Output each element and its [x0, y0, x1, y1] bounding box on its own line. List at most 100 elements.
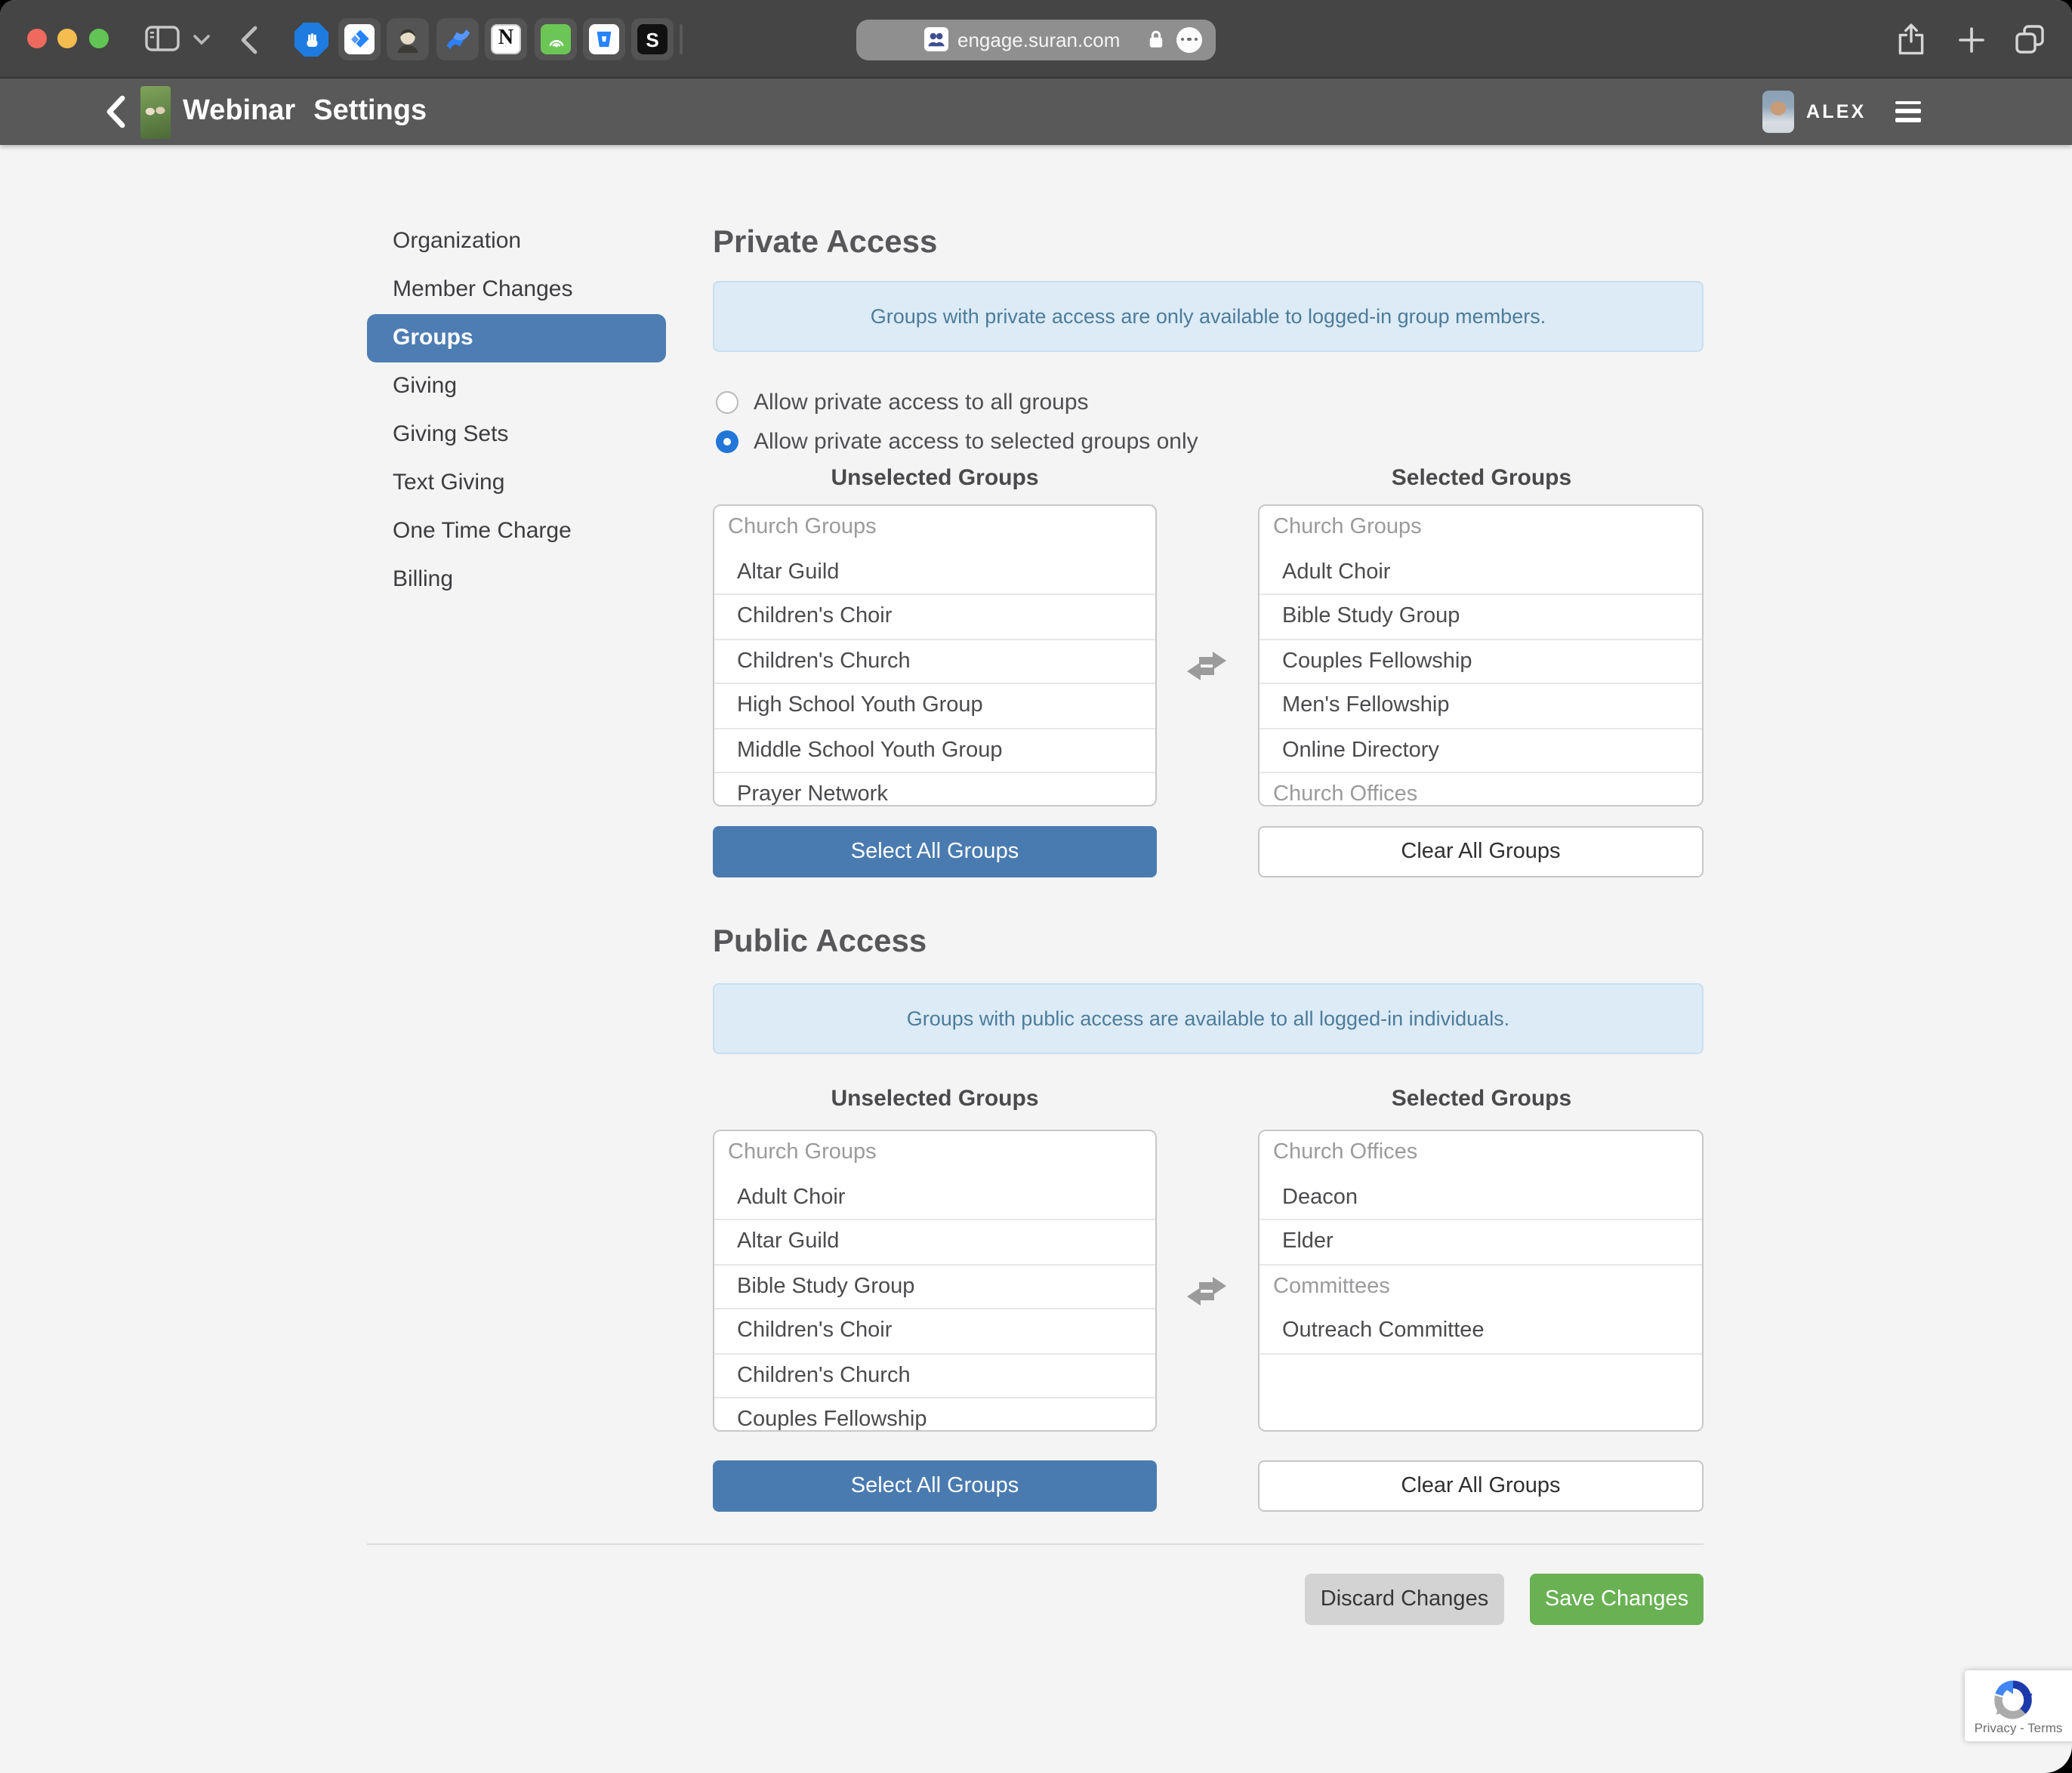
s-app-extension-icon[interactable]: S — [631, 18, 674, 60]
public-unselected-listbox[interactable]: Church GroupsAdult ChoirAltar GuildBible… — [713, 1130, 1157, 1432]
sidebar-item-text-giving[interactable]: Text Giving — [367, 459, 666, 507]
list-item[interactable]: Deacon — [1260, 1176, 1702, 1220]
radio-label: Allow private access to selected groups … — [754, 429, 1198, 455]
more-options-icon[interactable] — [1176, 26, 1202, 52]
page-title: Webinar Settings — [183, 79, 427, 145]
sidebar-toggle-icon[interactable] — [145, 26, 180, 51]
back-button[interactable] — [240, 25, 258, 54]
address-bar[interactable]: engage.suran.com — [856, 19, 1216, 60]
list-item[interactable]: Prayer Network — [714, 773, 1155, 806]
list-item[interactable]: High School Youth Group — [714, 684, 1155, 729]
public-selected-listbox[interactable]: Church OfficesDeaconElderCommitteesOutre… — [1258, 1130, 1704, 1432]
list-group-header: Church Groups — [1260, 506, 1702, 550]
sidebar-item-organization[interactable]: Organization — [367, 217, 666, 266]
save-changes-button[interactable]: Save Changes — [1530, 1574, 1704, 1625]
page-name: Settings — [313, 95, 427, 127]
recaptcha-logo-icon — [1990, 1676, 2036, 1722]
sidebar-item-billing[interactable]: Billing — [367, 556, 666, 604]
notion-glyph: N — [498, 27, 513, 51]
list-item[interactable]: Children's Choir — [714, 595, 1155, 640]
sidebar-item-groups[interactable]: Groups — [367, 314, 666, 362]
radio-private-selected-groups[interactable]: Allow private access to selected groups … — [716, 423, 1198, 461]
toolbar-separator — [680, 24, 683, 54]
private-select-all-button[interactable]: Select All Groups — [713, 826, 1157, 877]
transfer-arrows-icon — [1187, 649, 1226, 690]
list-group-header: Church Offices — [1260, 1131, 1702, 1176]
radio-unchecked-icon — [716, 391, 738, 414]
list-group-header: Church Groups — [714, 506, 1155, 550]
menu-icon[interactable] — [1895, 100, 1921, 127]
feedly-extension-icon[interactable] — [535, 18, 577, 60]
list-item[interactable]: Online Directory — [1260, 729, 1702, 773]
sidebar-item-member-changes[interactable]: Member Changes — [367, 266, 666, 314]
header-back-button[interactable] — [106, 95, 125, 136]
app-header: Webinar Settings ALEX — [0, 79, 2072, 145]
list-group-header: Church Groups — [714, 1131, 1155, 1176]
list-item[interactable]: Men's Fellowship — [1260, 684, 1702, 729]
minimize-window-button[interactable] — [57, 28, 77, 48]
private-access-banner: Groups with private access are only avai… — [713, 281, 1704, 352]
private-selected-listbox[interactable]: Church GroupsAdult ChoirBible Study Grou… — [1258, 504, 1704, 806]
private-access-title: Private Access — [713, 225, 937, 261]
list-item[interactable]: Bible Study Group — [1260, 595, 1702, 640]
app-name: Webinar — [183, 95, 295, 127]
public-unselected-heading: Unselected Groups — [713, 1086, 1157, 1112]
s-app-glyph: S — [646, 28, 658, 51]
user-name: ALEX — [1806, 79, 1867, 145]
list-item[interactable]: Adult Choir — [1260, 550, 1702, 595]
list-item[interactable]: Children's Choir — [714, 1309, 1155, 1354]
list-item[interactable]: Middle School Youth Group — [714, 729, 1155, 773]
recaptcha-badge[interactable]: Privacy - Terms — [1965, 1670, 2072, 1741]
list-item[interactable]: Elder — [1260, 1220, 1702, 1265]
list-item[interactable]: Couples Fellowship — [714, 1398, 1155, 1432]
list-item[interactable]: Children's Church — [714, 640, 1155, 684]
jenkins-extension-icon[interactable] — [387, 18, 429, 60]
sidebar-item-giving[interactable]: Giving — [367, 362, 666, 411]
url-text: engage.suran.com — [957, 19, 1120, 60]
public-access-banner: Groups with public access are available … — [713, 983, 1704, 1054]
public-access-title: Public Access — [713, 924, 927, 961]
radio-checked-icon — [716, 430, 738, 453]
sidebar-item-giving-sets[interactable]: Giving Sets — [367, 411, 666, 459]
new-tab-icon[interactable] — [1959, 26, 1984, 52]
private-selected-heading: Selected Groups — [1260, 465, 1704, 491]
close-window-button[interactable] — [26, 28, 46, 48]
browser-window: N S engage.suran.com — [0, 0, 2072, 1773]
confluence-extension-icon[interactable] — [436, 18, 479, 60]
list-item[interactable]: Children's Church — [714, 1354, 1155, 1398]
recaptcha-privacy-terms[interactable]: Privacy - Terms — [1965, 1720, 2072, 1735]
list-item[interactable]: Outreach Committee — [1260, 1309, 1702, 1354]
user-avatar[interactable] — [1762, 91, 1794, 133]
tab-overview-icon[interactable] — [2015, 24, 2045, 54]
radio-private-all-groups[interactable]: Allow private access to all groups — [716, 384, 1089, 421]
chevron-down-icon[interactable] — [193, 35, 210, 45]
site-favicon — [924, 27, 948, 51]
radio-label: Allow private access to all groups — [754, 390, 1089, 415]
list-group-header: Committees — [1260, 1265, 1702, 1309]
zoom-window-button[interactable] — [88, 28, 108, 48]
content-blocker-extension-icon[interactable] — [290, 18, 332, 60]
bitbucket-extension-icon[interactable] — [583, 18, 625, 60]
list-item[interactable]: Bible Study Group — [714, 1265, 1155, 1309]
list-item[interactable]: Altar Guild — [714, 550, 1155, 595]
list-item[interactable]: Adult Choir — [714, 1176, 1155, 1220]
lock-icon — [1148, 29, 1164, 50]
public-selected-heading: Selected Groups — [1260, 1086, 1704, 1112]
settings-nav: OrganizationMember ChangesGroupsGivingGi… — [367, 217, 666, 604]
public-select-all-button[interactable]: Select All Groups — [713, 1460, 1157, 1512]
sidebar-item-one-time-charge[interactable]: One Time Charge — [367, 507, 666, 556]
notion-extension-icon[interactable]: N — [485, 18, 527, 60]
browser-toolbar: N S engage.suran.com — [0, 0, 2072, 79]
share-icon[interactable] — [1897, 23, 1926, 56]
transfer-arrows-icon — [1187, 1275, 1226, 1315]
public-clear-all-button[interactable]: Clear All Groups — [1258, 1460, 1704, 1512]
list-item[interactable]: Couples Fellowship — [1260, 640, 1702, 684]
private-unselected-heading: Unselected Groups — [713, 465, 1157, 491]
jira-extension-icon[interactable] — [338, 18, 381, 60]
organization-logo — [140, 86, 171, 139]
private-unselected-listbox[interactable]: Church GroupsAltar GuildChildren's Choir… — [713, 504, 1157, 806]
list-group-header: Church Offices — [1260, 773, 1702, 806]
private-clear-all-button[interactable]: Clear All Groups — [1258, 826, 1704, 877]
discard-changes-button[interactable]: Discard Changes — [1305, 1574, 1504, 1625]
list-item[interactable]: Altar Guild — [714, 1220, 1155, 1265]
